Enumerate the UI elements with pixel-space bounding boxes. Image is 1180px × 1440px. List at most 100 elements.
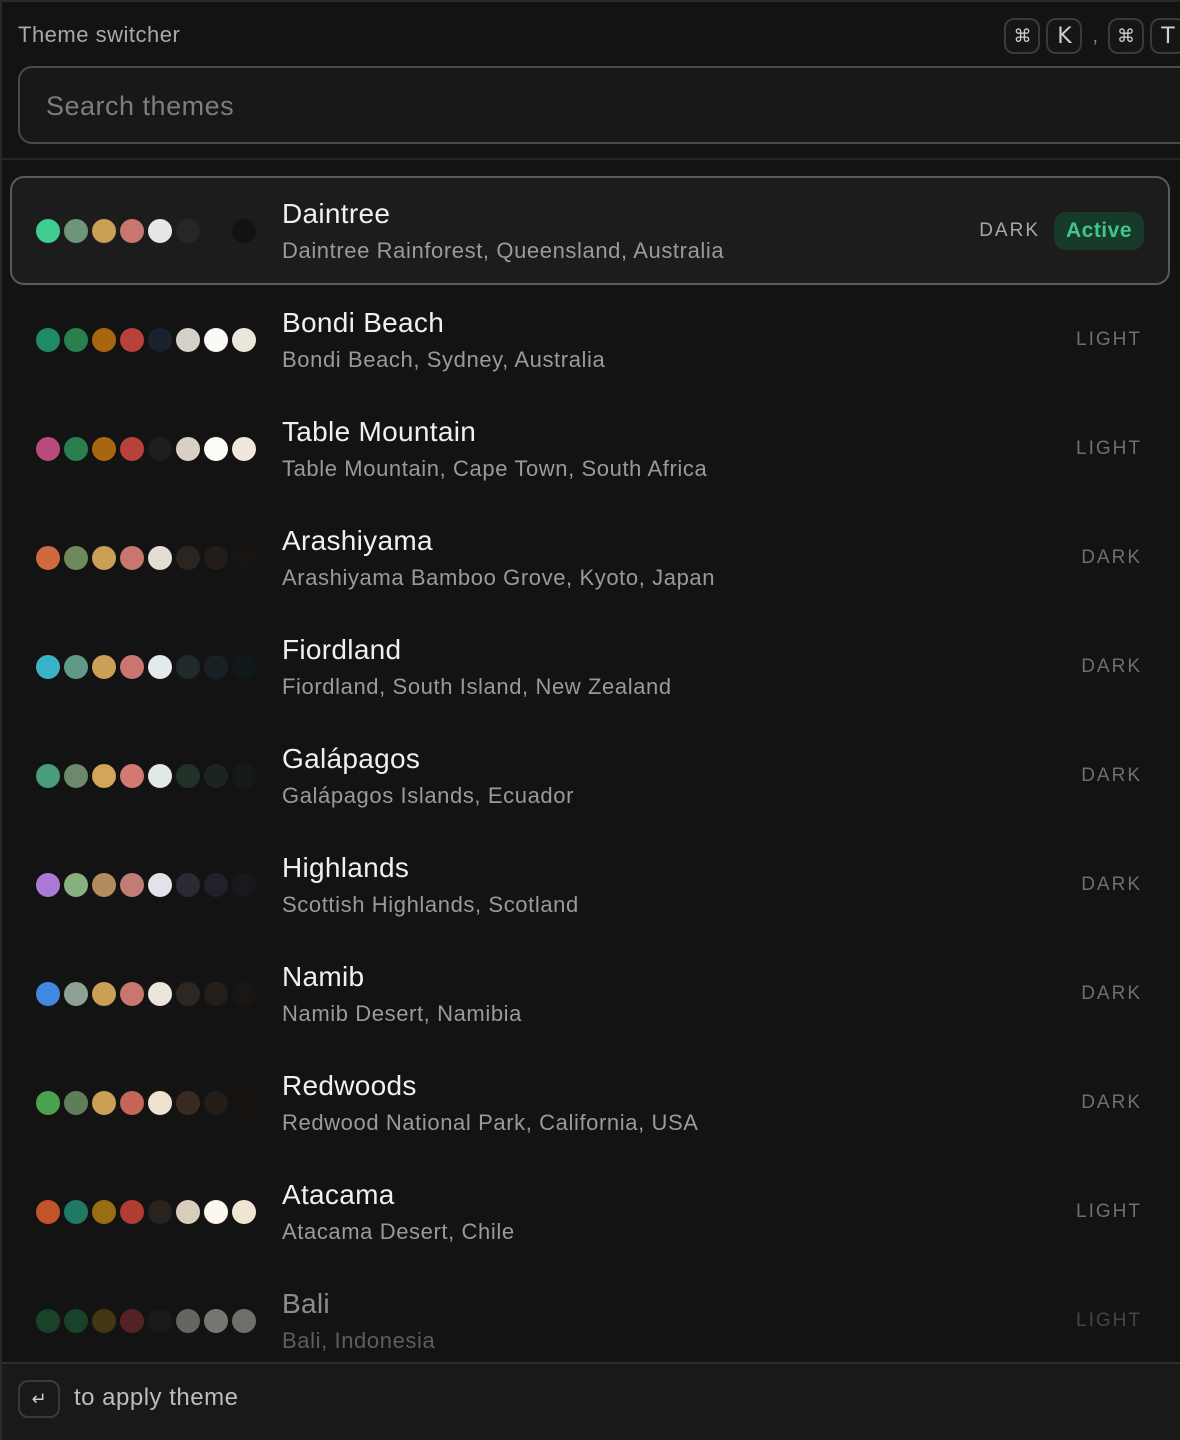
color-swatch <box>148 1309 172 1333</box>
theme-mode-label: DARK <box>1081 1092 1142 1113</box>
search-box[interactable] <box>18 66 1180 144</box>
color-swatch <box>148 219 172 243</box>
color-swatch <box>148 873 172 897</box>
footer: ↵ to apply theme <box>2 1362 1180 1440</box>
theme-item-table-mountain[interactable]: Table Mountain Table Mountain, Cape Town,… <box>10 394 1170 503</box>
color-swatch <box>120 328 144 352</box>
theme-item-gal-pagos[interactable]: Galápagos Galápagos Islands, Ecuador DARK <box>10 721 1170 830</box>
color-swatch <box>148 1200 172 1224</box>
color-swatch <box>148 982 172 1006</box>
theme-item-redwoods[interactable]: Redwoods Redwood National Park, Californi… <box>10 1048 1170 1157</box>
theme-location: Daintree Rainforest, Queensland, Austral… <box>282 238 725 263</box>
panel-title: Theme switcher <box>18 22 181 47</box>
color-swatch <box>204 546 228 570</box>
color-swatch <box>92 1200 116 1224</box>
theme-item-atacama[interactable]: Atacama Atacama Desert, Chile LIGHT <box>10 1157 1170 1266</box>
color-swatch <box>120 546 144 570</box>
theme-location: Fiordland, South Island, New Zealand <box>282 674 672 699</box>
color-swatch <box>36 328 60 352</box>
color-swatch <box>64 328 88 352</box>
color-swatch <box>64 1309 88 1333</box>
theme-name: Bondi Beach <box>282 307 445 338</box>
theme-name: Bali <box>282 1288 330 1319</box>
color-swatch <box>204 655 228 679</box>
color-swatch <box>36 982 60 1006</box>
color-swatch <box>92 873 116 897</box>
color-swatch <box>232 328 256 352</box>
color-swatch <box>176 1200 200 1224</box>
theme-location: Redwood National Park, California, USA <box>282 1110 699 1135</box>
color-swatch <box>120 873 144 897</box>
color-swatch <box>204 1309 228 1333</box>
theme-name: Namib <box>282 961 365 992</box>
color-swatch <box>232 1091 256 1115</box>
theme-item-fiordland[interactable]: Fiordland Fiordland, South Island, New Ze… <box>10 612 1170 721</box>
color-swatch <box>92 546 116 570</box>
color-swatch <box>64 546 88 570</box>
theme-name: Table Mountain <box>282 416 477 447</box>
color-swatch <box>92 219 116 243</box>
color-swatches <box>36 982 256 1006</box>
color-swatch <box>176 219 200 243</box>
theme-list: Daintree Daintree Rainforest, Queensland,… <box>10 176 1170 1375</box>
color-swatch <box>232 219 256 243</box>
color-swatch <box>232 764 256 788</box>
theme-mode-label: LIGHT <box>1076 1201 1142 1222</box>
color-swatch <box>232 1200 256 1224</box>
color-swatches <box>36 437 256 461</box>
color-swatch <box>176 1091 200 1115</box>
color-swatches <box>36 655 256 679</box>
color-swatch <box>92 437 116 461</box>
theme-item-highlands[interactable]: Highlands Scottish Highlands, Scotland DAR… <box>10 830 1170 939</box>
theme-name: Fiordland <box>282 634 402 665</box>
color-swatch <box>176 1309 200 1333</box>
theme-mode-label: DARK <box>1081 547 1142 568</box>
color-swatch <box>64 1091 88 1115</box>
theme-item-namib[interactable]: Namib Namib Desert, Namibia DARK <box>10 939 1170 1048</box>
color-swatch <box>204 1091 228 1115</box>
color-swatch <box>204 328 228 352</box>
color-swatch <box>176 328 200 352</box>
theme-location: Namib Desert, Namibia <box>282 1001 523 1026</box>
color-swatch <box>36 873 60 897</box>
color-swatch <box>120 1200 144 1224</box>
color-swatch <box>148 764 172 788</box>
color-swatch <box>204 764 228 788</box>
theme-location: Bondi Beach, Sydney, Australia <box>282 347 606 372</box>
search-input[interactable] <box>44 68 1048 144</box>
color-swatch <box>36 764 60 788</box>
color-swatch <box>36 655 60 679</box>
cmd-key-icon: ⌘ <box>1108 18 1144 54</box>
header: Theme switcher ⌘ K , ⌘ T <box>2 2 1180 160</box>
color-swatch <box>148 546 172 570</box>
theme-location: Atacama Desert, Chile <box>282 1219 515 1244</box>
color-swatch <box>92 1309 116 1333</box>
theme-name: Atacama <box>282 1179 395 1210</box>
theme-item-bali[interactable]: Bali Bali, Indonesia LIGHT <box>10 1266 1170 1375</box>
color-swatch <box>92 1091 116 1115</box>
theme-name: Redwoods <box>282 1070 417 1101</box>
theme-item-arashiyama[interactable]: Arashiyama Arashiyama Bamboo Grove, Kyoto… <box>10 503 1170 612</box>
color-swatch <box>176 764 200 788</box>
color-swatch <box>176 982 200 1006</box>
color-swatch <box>120 655 144 679</box>
color-swatch <box>120 764 144 788</box>
theme-item-daintree[interactable]: Daintree Daintree Rainforest, Queensland,… <box>10 176 1170 285</box>
theme-mode-label: DARK <box>1081 656 1142 677</box>
color-swatch <box>176 437 200 461</box>
color-swatch <box>176 655 200 679</box>
color-swatch <box>176 873 200 897</box>
color-swatches <box>36 764 256 788</box>
theme-name: Daintree <box>282 198 391 229</box>
color-swatches <box>36 1091 256 1115</box>
color-swatch <box>92 328 116 352</box>
color-swatch <box>232 546 256 570</box>
color-swatch <box>36 546 60 570</box>
color-swatches <box>36 328 256 352</box>
theme-item-bondi-beach[interactable]: Bondi Beach Bondi Beach, Sydney, Australi… <box>10 285 1170 394</box>
color-swatches <box>36 546 256 570</box>
color-swatch <box>92 764 116 788</box>
theme-location: Galápagos Islands, Ecuador <box>282 783 574 808</box>
color-swatch <box>64 873 88 897</box>
theme-name: Galápagos <box>282 743 421 774</box>
